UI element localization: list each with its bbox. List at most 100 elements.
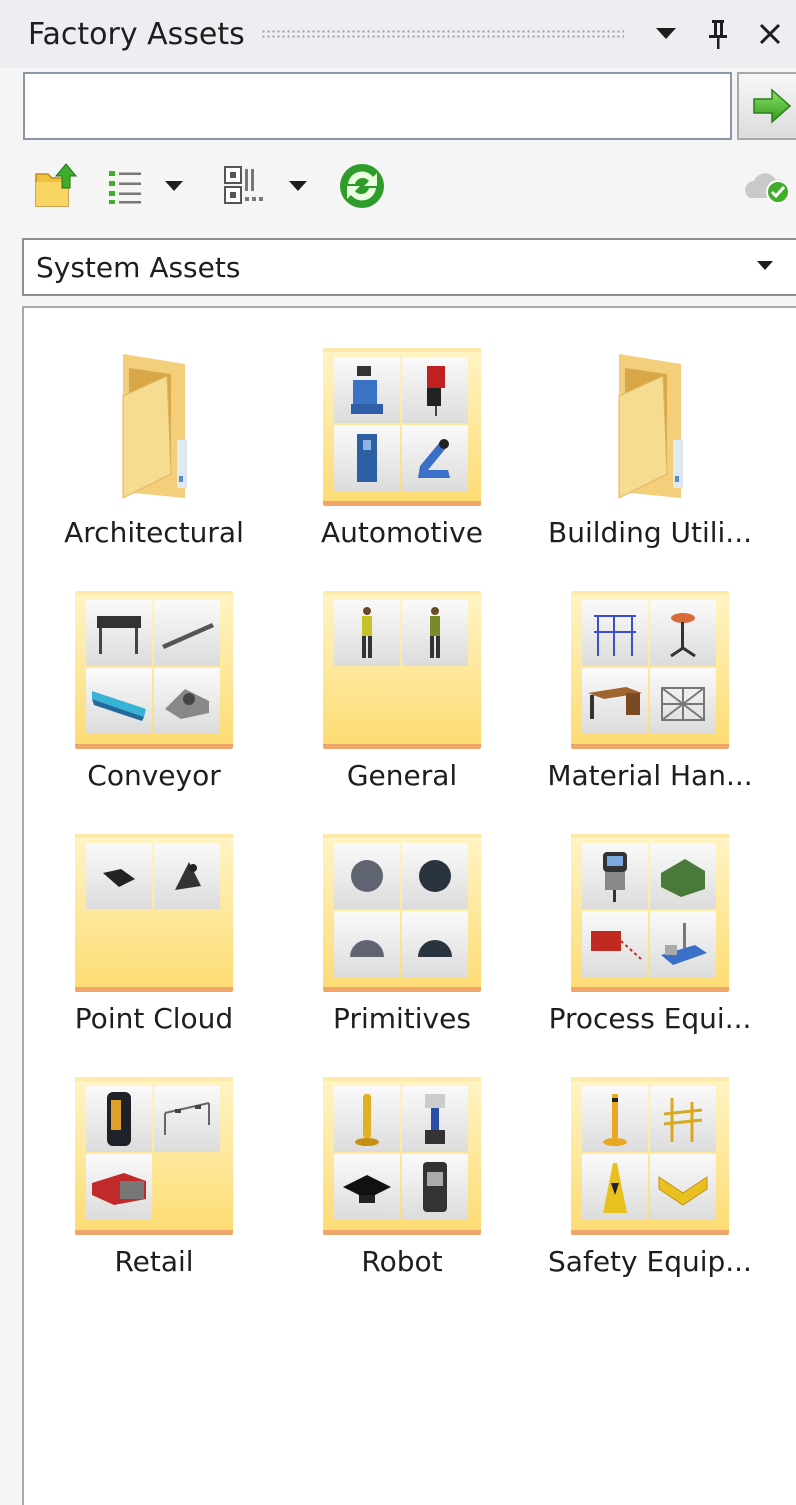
tile-label: Conveyor: [87, 759, 221, 792]
factory-assets-panel: Factory Assets System Assets Architectur…: [0, 0, 796, 1505]
preview-folder-icon: [75, 591, 233, 749]
person-thumbnail-icon: [402, 600, 468, 666]
machine-thumbnail-icon: [650, 911, 716, 977]
asset-folder-automotive[interactable]: Automotive: [282, 348, 522, 578]
barricade-thumbnail-icon: [650, 1154, 716, 1220]
robot-thumbnail-icon: [334, 1086, 400, 1152]
preview-folder-icon: [75, 834, 233, 992]
thumbnail-size-button[interactable]: [222, 160, 308, 212]
robot-thumbnail-icon: [334, 1154, 400, 1220]
machine-thumbnail-icon: [402, 357, 468, 423]
asset-folder-point-cloud[interactable]: Point Cloud: [34, 834, 274, 1064]
folder-icon: [618, 354, 683, 499]
bollard-thumbnail-icon: [582, 1086, 648, 1152]
desk-thumbnail-icon: [582, 668, 648, 734]
vending-thumbnail-icon: [86, 1086, 152, 1152]
tile-label: Automotive: [321, 516, 483, 549]
library-dropdown[interactable]: System Assets: [22, 238, 796, 296]
tile-label: Building Utili...: [548, 516, 752, 549]
pin-button[interactable]: [692, 8, 744, 60]
asset-folder-building-utilities[interactable]: Building Utili...: [530, 348, 770, 578]
refresh-button[interactable]: [336, 160, 388, 212]
list-view-icon: [109, 171, 141, 204]
tile-label: Material Han...: [547, 759, 753, 792]
sphere-thumbnail-icon: [334, 843, 400, 909]
list-view-button[interactable]: [106, 160, 184, 212]
tile-label: Safety Equip...: [548, 1245, 752, 1278]
cloud-sync-icon: [745, 173, 790, 204]
up-folder-button[interactable]: [32, 160, 80, 212]
arrow-right-icon: [753, 88, 792, 124]
drag-grip[interactable]: [260, 29, 624, 39]
conveyor-thumbnail-icon: [86, 600, 152, 666]
table-thumbnail-icon: [650, 600, 716, 666]
tile-label: Primitives: [333, 1002, 471, 1035]
chevron-down-icon: [757, 261, 773, 270]
machine-thumbnail-icon: [582, 843, 648, 909]
preview-folder-icon: [75, 1077, 233, 1235]
tile-label: Robot: [361, 1245, 443, 1278]
pointcloud-thumbnail-icon: [86, 843, 152, 909]
conveyor-thumbnail-icon: [154, 600, 220, 666]
close-button[interactable]: [744, 8, 796, 60]
close-icon: [759, 23, 781, 45]
refresh-icon: [340, 164, 384, 208]
asset-folder-robot[interactable]: Robot: [282, 1077, 522, 1307]
chevron-down-icon: [289, 181, 307, 191]
hemisphere-thumbnail-icon: [402, 911, 468, 977]
preview-folder-icon: [323, 591, 481, 749]
robot-thumbnail-icon: [402, 1086, 468, 1152]
asset-folder-conveyor[interactable]: Conveyor: [34, 591, 274, 821]
rack-thumbnail-icon: [582, 600, 648, 666]
person-thumbnail-icon: [334, 600, 400, 666]
conveyor-thumbnail-icon: [86, 668, 152, 734]
preview-folder-icon: [571, 834, 729, 992]
chevron-down-icon: [165, 181, 183, 191]
thumbnail-size-icon: [224, 166, 263, 204]
cage-thumbnail-icon: [650, 668, 716, 734]
asset-folder-process-equipment[interactable]: Process Equi...: [530, 834, 770, 1064]
machine-thumbnail-icon: [334, 357, 400, 423]
asset-folder-general[interactable]: General: [282, 591, 522, 821]
search-go-button[interactable]: [737, 72, 796, 140]
tile-label: Retail: [114, 1245, 194, 1278]
wet-floor-sign-icon: [582, 1154, 648, 1220]
panel-title-bar[interactable]: Factory Assets: [0, 0, 796, 68]
sphere-thumbnail-icon: [402, 843, 468, 909]
preview-folder-icon: [571, 1077, 729, 1235]
shelf-thumbnail-icon: [154, 1086, 220, 1152]
machine-thumbnail-icon: [650, 843, 716, 909]
robot-thumbnail-icon: [402, 1154, 468, 1220]
tile-label: Point Cloud: [74, 1002, 234, 1035]
panel-title: Factory Assets: [28, 16, 245, 52]
machine-thumbnail-icon: [582, 911, 648, 977]
asset-grid: Architectural Automotive Building Utili.…: [22, 306, 796, 1505]
panel-menu-button[interactable]: [640, 8, 692, 60]
pin-icon: [709, 20, 727, 49]
tile-label: General: [346, 759, 458, 792]
machine-thumbnail-icon: [402, 425, 468, 491]
cart-thumbnail-icon: [86, 1154, 152, 1220]
assets-toolbar: [0, 150, 796, 222]
asset-folder-primitives[interactable]: Primitives: [282, 834, 522, 1064]
search-input[interactable]: [23, 72, 732, 140]
asset-folder-architectural[interactable]: Architectural: [34, 348, 274, 578]
machine-thumbnail-icon: [334, 425, 400, 491]
cloud-sync-button[interactable]: [742, 160, 792, 212]
folder-up-icon: [35, 163, 78, 207]
preview-folder-icon: [571, 591, 729, 749]
chevron-down-icon: [656, 28, 676, 39]
preview-folder-icon: [323, 1077, 481, 1235]
preview-folder-icon: [323, 348, 481, 506]
preview-folder-icon: [323, 834, 481, 992]
asset-folder-retail[interactable]: Retail: [34, 1077, 274, 1307]
hemisphere-thumbnail-icon: [334, 911, 400, 977]
tile-label: Architectural: [64, 516, 244, 549]
asset-folder-material-handling[interactable]: Material Han...: [530, 591, 770, 821]
tile-label: Process Equi...: [548, 1002, 752, 1035]
library-dropdown-value: System Assets: [36, 250, 241, 284]
asset-folder-safety-equipment[interactable]: Safety Equip...: [530, 1077, 770, 1307]
folder-icon: [122, 354, 187, 499]
conveyor-thumbnail-icon: [154, 668, 220, 734]
barrier-thumbnail-icon: [650, 1086, 716, 1152]
